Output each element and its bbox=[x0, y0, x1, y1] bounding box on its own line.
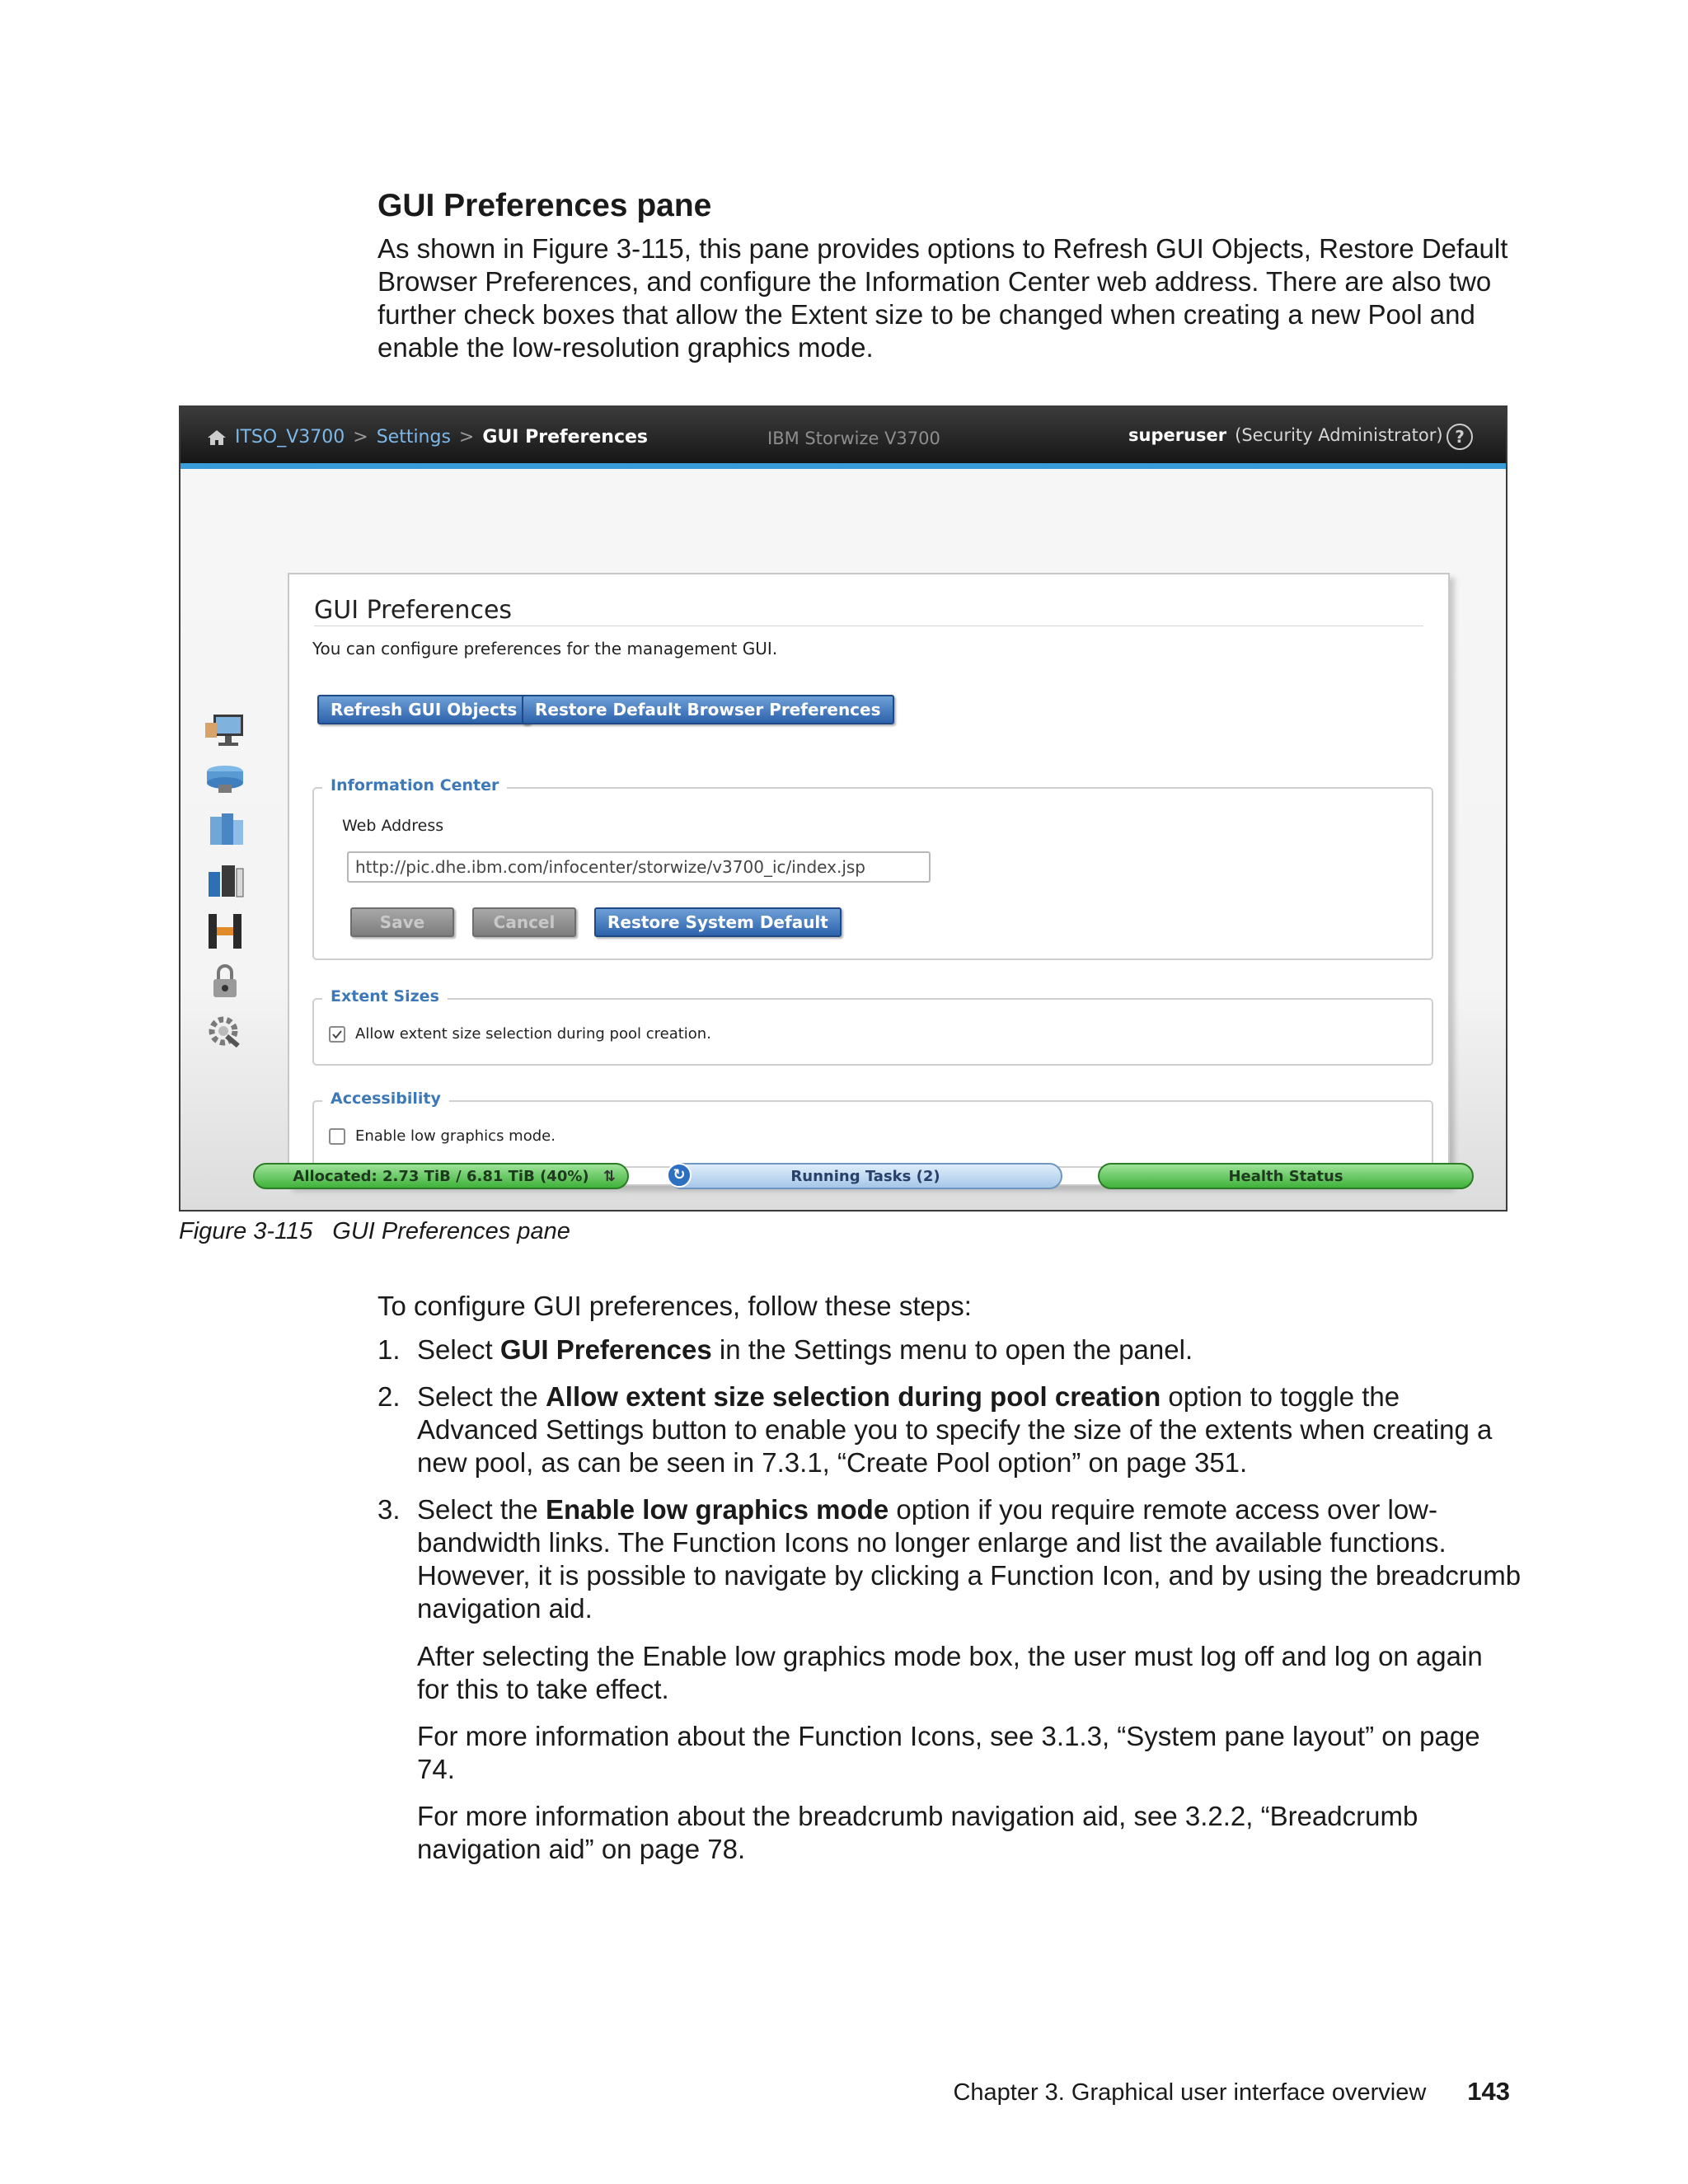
page-number: 143 bbox=[1467, 2077, 1510, 2106]
step-number: 1. bbox=[377, 1334, 401, 1365]
note-paragraph: For more information about the Function … bbox=[417, 1721, 1480, 1784]
running-tasks-bar[interactable]: ↻ Running Tasks (2) bbox=[667, 1163, 1062, 1189]
low-graphics-checkbox[interactable] bbox=[329, 1128, 345, 1145]
health-status-bar[interactable]: Health Status bbox=[1098, 1163, 1474, 1189]
intro-paragraph: As shown in Figure 3-115, this pane prov… bbox=[377, 233, 1508, 363]
extent-size-checkbox-label[interactable]: Allow extent size selection during pool … bbox=[355, 1025, 711, 1043]
restore-browser-preferences-button[interactable]: Restore Default Browser Preferences bbox=[522, 695, 894, 724]
extent-size-checkbox[interactable] bbox=[329, 1026, 345, 1043]
refresh-gui-objects-button[interactable]: Refresh GUI Objects bbox=[317, 695, 531, 724]
pools-icon[interactable] bbox=[202, 760, 248, 801]
banner-accent-line bbox=[181, 463, 1506, 469]
panel-title: GUI Preferences bbox=[314, 596, 513, 625]
hosts-icon[interactable] bbox=[202, 860, 248, 902]
top-banner: ITSO_V3700 > Settings > GUI Preferences … bbox=[181, 407, 1506, 463]
breadcrumb-settings[interactable]: Settings bbox=[377, 427, 451, 448]
gui-preferences-panel: GUI Preferences You can configure prefer… bbox=[288, 573, 1450, 1186]
refresh-icon: ↻ bbox=[667, 1163, 692, 1188]
group-legend: Extent Sizes bbox=[322, 987, 448, 1005]
extent-sizes-group: Extent Sizes Allow extent size selection… bbox=[312, 987, 1433, 1066]
checkmark-icon bbox=[332, 1030, 342, 1039]
content-area: GUI Preferences You can configure prefer… bbox=[181, 469, 1506, 1210]
breadcrumb-separator: > bbox=[458, 427, 475, 448]
health-status-text: Health Status bbox=[1228, 1168, 1343, 1185]
breadcrumb-separator: > bbox=[353, 427, 368, 448]
figure-caption-text: GUI Preferences pane bbox=[332, 1218, 570, 1244]
access-icon[interactable] bbox=[202, 961, 248, 1002]
product-name: IBM Storwize V3700 bbox=[767, 429, 940, 448]
user-role: (Security Administrator) bbox=[1235, 425, 1443, 445]
status-bar: Allocated: 2.73 TiB / 6.81 TiB (40%) ⇅ ↻… bbox=[181, 1153, 1506, 1194]
allocated-capacity-bar[interactable]: Allocated: 2.73 TiB / 6.81 TiB (40%) ⇅ bbox=[253, 1163, 629, 1189]
breadcrumb-system[interactable]: ITSO_V3700 bbox=[235, 427, 345, 448]
function-icons bbox=[202, 710, 251, 1062]
page-footer: Chapter 3. Graphical user interface over… bbox=[953, 2077, 1510, 2107]
group-legend: Accessibility bbox=[322, 1090, 449, 1108]
note-paragraph: After selecting the Enable low graphics … bbox=[417, 1641, 1483, 1704]
web-address-input[interactable]: http://pic.dhe.ibm.com/infocenter/storwi… bbox=[347, 851, 931, 883]
step-number: 3. bbox=[377, 1494, 401, 1525]
breadcrumb-current: GUI Preferences bbox=[482, 427, 649, 448]
swap-arrows-icon[interactable]: ⇅ bbox=[603, 1165, 616, 1189]
step-text: Select the Allow extent size selection d… bbox=[417, 1381, 1493, 1478]
allocated-capacity-text: Allocated: 2.73 TiB / 6.81 TiB (40%) bbox=[293, 1168, 589, 1185]
settings-icon[interactable] bbox=[202, 1011, 248, 1052]
step-text: Select the Enable low graphics mode opti… bbox=[417, 1494, 1522, 1624]
web-address-label: Web Address bbox=[342, 817, 444, 835]
information-center-group: Information Center Web Address http://pi… bbox=[312, 776, 1433, 960]
low-graphics-checkbox-label[interactable]: Enable low graphics mode. bbox=[355, 1127, 556, 1145]
save-button[interactable]: Save bbox=[350, 907, 454, 937]
panel-description: You can configure preferences for the ma… bbox=[312, 639, 778, 658]
running-tasks-text: Running Tasks (2) bbox=[790, 1168, 940, 1185]
figure-caption: Figure 3-115 GUI Preferences pane bbox=[179, 1218, 570, 1245]
steps-intro: To configure GUI preferences, follow the… bbox=[377, 1291, 972, 1321]
monitoring-icon[interactable] bbox=[202, 710, 248, 751]
step-text: Select GUI Preferences in the Settings m… bbox=[417, 1334, 1193, 1365]
volumes-icon[interactable] bbox=[202, 810, 248, 851]
user-info: superuser (Security Administrator) bbox=[1128, 425, 1443, 445]
step-2: 2. Select the Allow extent size selectio… bbox=[377, 1380, 1515, 1479]
help-icon[interactable]: ? bbox=[1447, 424, 1473, 450]
gui-preferences-screenshot: ITSO_V3700 > Settings > GUI Preferences … bbox=[179, 405, 1507, 1212]
step-3: 3. Select the Enable low graphics mode o… bbox=[377, 1493, 1521, 1625]
restore-system-default-button[interactable]: Restore System Default bbox=[594, 907, 842, 937]
section-title: GUI Preferences pane bbox=[377, 188, 712, 223]
user-name[interactable]: superuser bbox=[1128, 425, 1226, 445]
note-paragraph: For more information about the breadcrum… bbox=[417, 1801, 1418, 1864]
home-icon[interactable] bbox=[207, 429, 227, 446]
copy-services-icon[interactable] bbox=[202, 911, 248, 952]
chapter-title: Chapter 3. Graphical user interface over… bbox=[953, 2079, 1427, 2106]
breadcrumb: ITSO_V3700 > Settings > GUI Preferences bbox=[207, 427, 648, 448]
group-legend: Information Center bbox=[322, 776, 508, 794]
step-1: 1. Select GUI Preferences in the Setting… bbox=[377, 1333, 1515, 1366]
figure-label: Figure 3-115 bbox=[179, 1218, 313, 1244]
cancel-button[interactable]: Cancel bbox=[472, 907, 576, 937]
step-number: 2. bbox=[377, 1381, 401, 1412]
